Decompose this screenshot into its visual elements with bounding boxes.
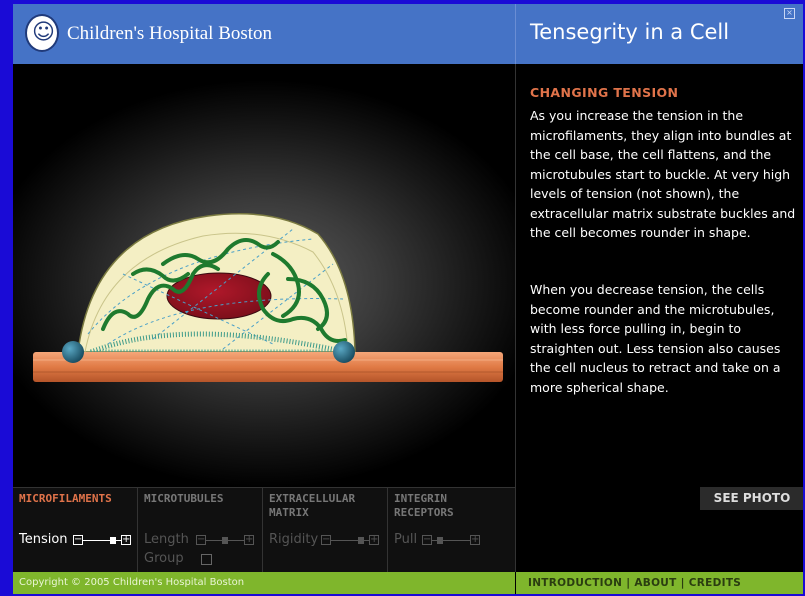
decrease-icon[interactable]: − xyxy=(422,535,432,545)
brand-header: ☺ Children's Hospital Boston xyxy=(13,4,515,64)
cell-illustration xyxy=(33,213,503,382)
see-photo-button[interactable]: SEE PHOTO xyxy=(700,487,803,510)
tab-integrin-receptors[interactable]: INTEGRIN RECEPTORS Pull − + xyxy=(388,488,515,573)
group-checkbox[interactable] xyxy=(201,554,212,565)
slider-label: Pull xyxy=(394,532,418,547)
tab-microfilaments[interactable]: MICROFILAMENTS Tension − + xyxy=(13,488,138,573)
info-panel: CHANGING TENSION As you increase the ten… xyxy=(515,64,803,572)
slider-label: Tension xyxy=(19,532,68,547)
app-window: ☺ Children's Hospital Boston Tensegrity … xyxy=(13,4,803,594)
decrease-icon[interactable]: − xyxy=(196,535,206,545)
control-panel: MICROFILAMENTS Tension − + MICROTUBULES … xyxy=(13,487,515,573)
increase-icon[interactable]: + xyxy=(244,535,254,545)
slider-label: Rigidity xyxy=(269,532,319,547)
pull-slider[interactable]: − + xyxy=(422,535,480,547)
tab-extracellular-matrix[interactable]: EXTRACELLULAR MATRIX Rigidity − + xyxy=(263,488,388,573)
slider-label: Length xyxy=(144,532,189,547)
cell-animation-stage xyxy=(13,64,515,487)
page-title: Tensegrity in a Cell xyxy=(530,20,730,44)
rigidity-slider[interactable]: − + xyxy=(321,535,379,547)
section-heading: CHANGING TENSION xyxy=(530,85,679,100)
credits-link[interactable]: CREDITS xyxy=(689,577,741,589)
brand-name: Children's Hospital Boston xyxy=(67,23,273,44)
decrease-icon[interactable]: − xyxy=(73,535,83,545)
slider-knob[interactable] xyxy=(436,537,443,544)
close-icon[interactable]: × xyxy=(784,8,795,19)
length-slider[interactable]: − + xyxy=(196,535,254,547)
title-header: Tensegrity in a Cell × xyxy=(515,4,803,64)
tab-microtubules[interactable]: MICROTUBULES Length − + Group xyxy=(138,488,263,573)
tab-label: INTEGRIN RECEPTORS xyxy=(394,492,454,519)
increase-icon[interactable]: + xyxy=(470,535,480,545)
tension-slider[interactable]: − + xyxy=(73,535,131,547)
mother-child-logo-icon: ☺ xyxy=(25,14,59,52)
increase-icon[interactable]: + xyxy=(121,535,131,545)
tab-label: MICROTUBULES xyxy=(144,492,224,505)
tab-label: EXTRACELLULAR MATRIX xyxy=(269,492,356,519)
about-link[interactable]: ABOUT xyxy=(634,577,676,589)
footer-nav: INTRODUCTION | ABOUT | CREDITS xyxy=(528,577,742,589)
slider-knob[interactable] xyxy=(358,537,365,544)
slider-knob[interactable] xyxy=(110,537,117,544)
increase-icon[interactable]: + xyxy=(369,535,379,545)
slider-knob[interactable] xyxy=(222,537,228,544)
integrin-receptor-right xyxy=(333,341,355,363)
description-paragraph-1: As you increase the tension in the micro… xyxy=(530,108,796,240)
footer-nav-bar: INTRODUCTION | ABOUT | CREDITS xyxy=(515,572,803,594)
group-label: Group xyxy=(144,551,184,566)
introduction-link[interactable]: INTRODUCTION xyxy=(528,577,622,589)
description-paragraph-2: When you decrease tension, the cells bec… xyxy=(530,282,781,395)
footer-copyright-bar: Copyright © 2005 Children's Hospital Bos… xyxy=(13,572,515,594)
ecm-substrate xyxy=(33,352,503,382)
decrease-icon[interactable]: − xyxy=(321,535,331,545)
integrin-receptor-left xyxy=(62,341,84,363)
copyright-text: Copyright © 2005 Children's Hospital Bos… xyxy=(19,577,245,588)
tab-label: MICROFILAMENTS xyxy=(19,492,112,505)
